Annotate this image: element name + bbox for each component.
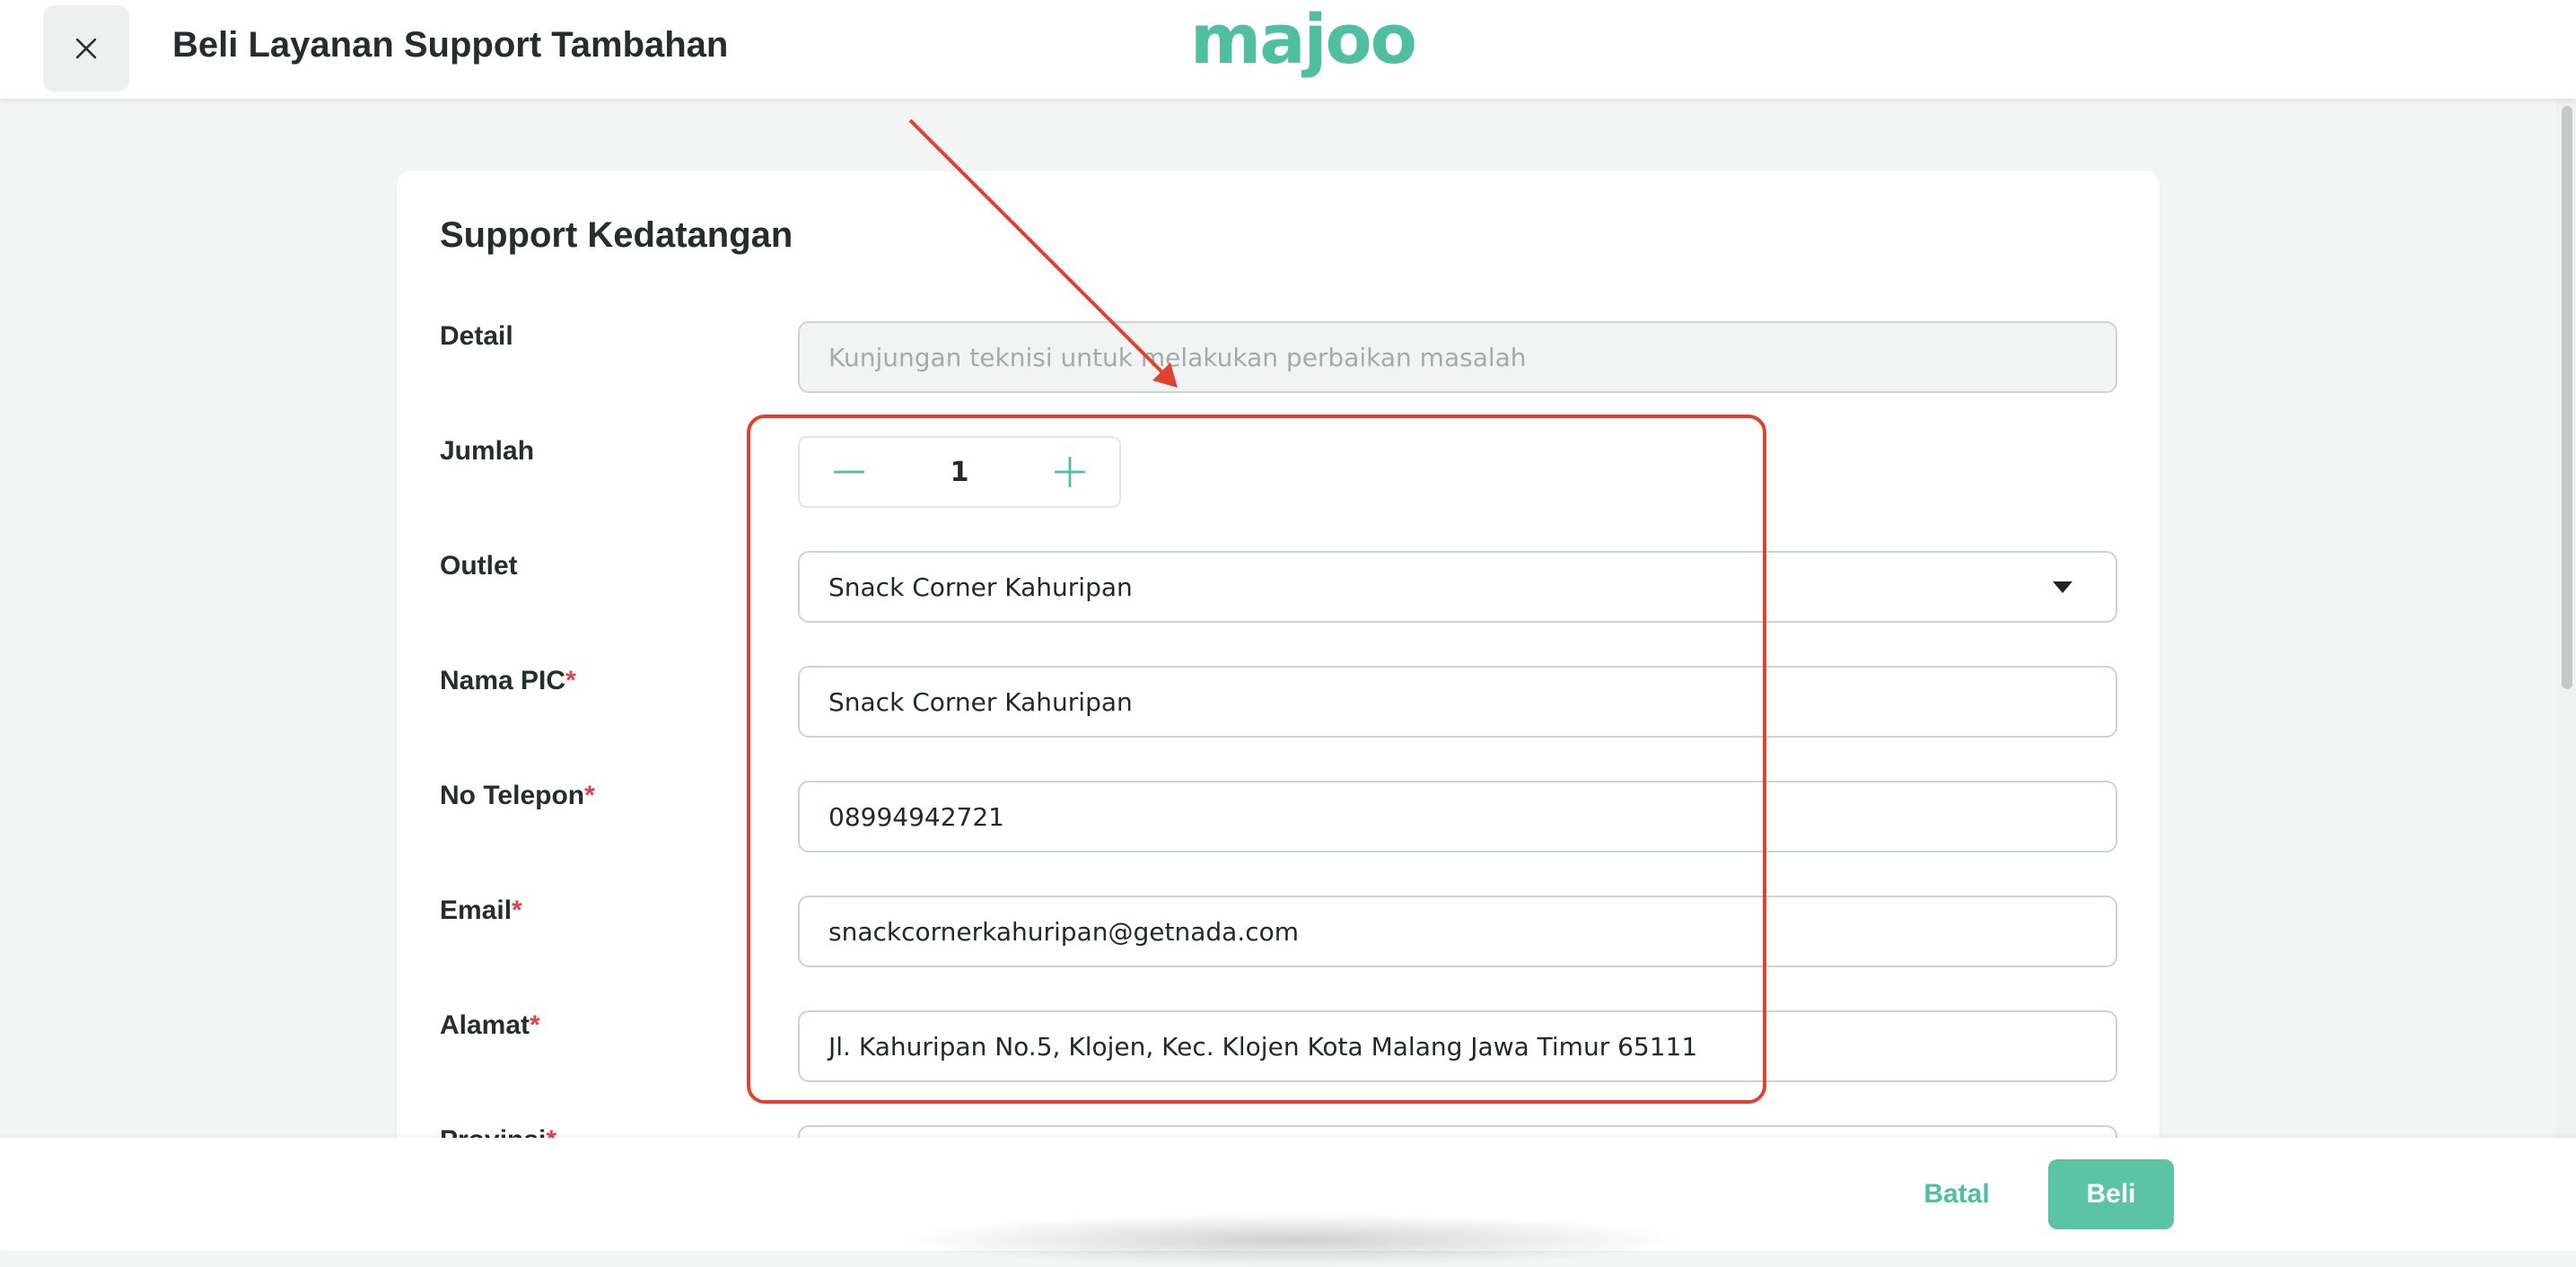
buy-button[interactable]: Beli <box>2048 1159 2174 1229</box>
section-title: Support Kedatangan <box>440 215 793 255</box>
minus-icon <box>833 470 865 474</box>
cancel-button[interactable]: Batal <box>1894 1159 2020 1229</box>
close-button[interactable] <box>43 5 129 92</box>
outlet-label: Outlet <box>440 551 518 581</box>
address-input[interactable]: Jl. Kahuripan No.5, Klojen, Kec. Klojen … <box>798 1010 2117 1082</box>
pic-name-input[interactable]: Snack Corner Kahuripan <box>798 666 2117 738</box>
majoo-logo: majoo <box>1190 0 1417 79</box>
close-icon <box>75 38 97 59</box>
plus-icon <box>1054 456 1086 488</box>
pic-name-label: Nama PIC* <box>440 666 576 695</box>
scrollbar-thumb[interactable] <box>2562 106 2572 689</box>
quantity-value[interactable]: 1 <box>898 438 1021 506</box>
phone-label: No Telepon* <box>440 781 595 810</box>
detail-placeholder: Kunjungan teknisi untuk melakukan perbai… <box>828 342 1527 372</box>
email-input[interactable]: snackcornerkahuripan@getnada.com <box>798 896 2117 967</box>
page-title: Beli Layanan Support Tambahan <box>172 25 729 65</box>
quantity-stepper[interactable]: 1 <box>798 436 1121 508</box>
increment-button[interactable] <box>1021 438 1119 506</box>
chevron-down-icon <box>2053 581 2072 593</box>
decrement-button[interactable] <box>800 438 898 506</box>
footer-shadow <box>898 1213 1687 1267</box>
outlet-selected-value: Snack Corner Kahuripan <box>828 572 1133 602</box>
top-header: Beli Layanan Support Tambahan majoo <box>0 0 2576 99</box>
quantity-label: Jumlah <box>440 436 535 466</box>
form-card: Support Kedatangan Detail Kunjungan tekn… <box>397 170 2160 1202</box>
detail-field: Kunjungan teknisi untuk melakukan perbai… <box>798 321 2117 393</box>
phone-input[interactable]: 08994942721 <box>798 781 2117 852</box>
action-footer: Batal Beli <box>0 1138 2576 1267</box>
email-label: Email* <box>440 896 522 925</box>
outlet-select[interactable]: Snack Corner Kahuripan <box>798 551 2117 623</box>
detail-label: Detail <box>440 321 513 351</box>
address-label: Alamat* <box>440 1010 540 1040</box>
